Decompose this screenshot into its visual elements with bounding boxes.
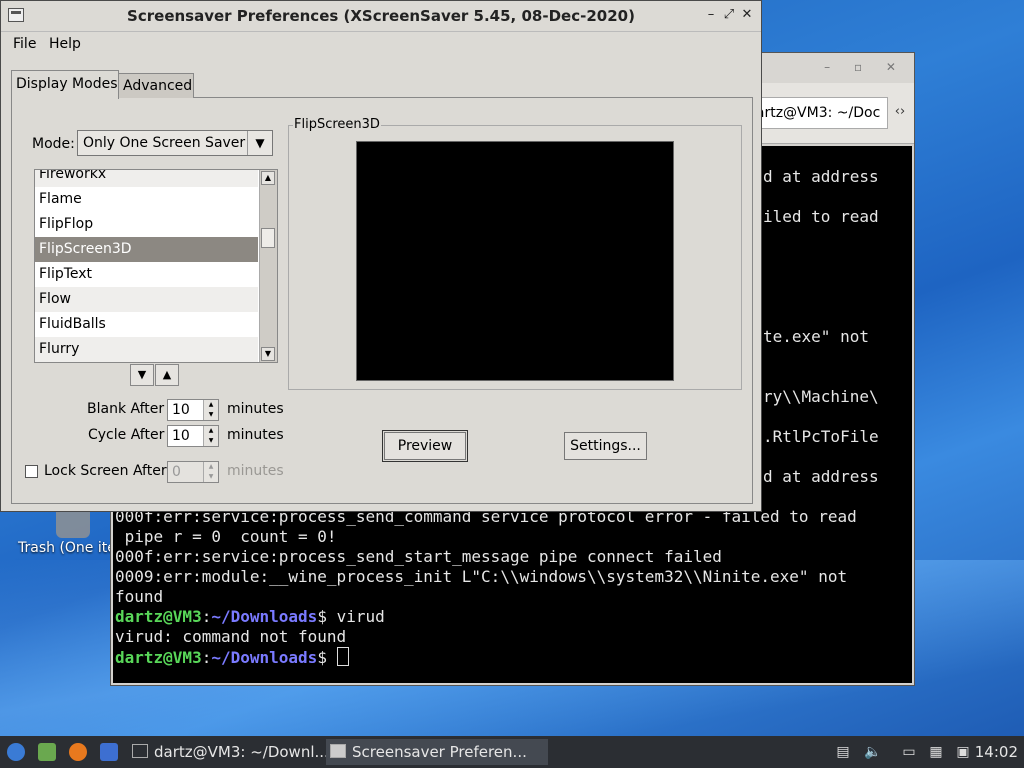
cycle-after-label: Cycle After bbox=[88, 427, 165, 443]
terminal-line: te.exe" not bbox=[763, 327, 869, 346]
list-item-selected[interactable]: FlipScreen3D bbox=[35, 237, 258, 262]
xss-titlebar[interactable]: Screensaver Preferences (XScreenSaver 5.… bbox=[1, 1, 761, 32]
spinner-arrows-icon: ▲ ▼ bbox=[203, 462, 218, 482]
menu-help[interactable]: Help bbox=[49, 36, 81, 52]
prompt-user: dartz@VM3 bbox=[115, 648, 202, 667]
terminal-line: 000f:err:service:process_send_start_mess… bbox=[115, 547, 722, 566]
menubar: File Help bbox=[1, 32, 761, 57]
taskbar-item-terminal[interactable]: dartz@VM3: ~/Downl... bbox=[128, 739, 344, 765]
prev-saver-button[interactable]: ▲ bbox=[155, 364, 179, 386]
blank-after-spinner[interactable]: 10 ▲ ▼ bbox=[167, 399, 219, 421]
screensaver-preview bbox=[356, 141, 674, 381]
mode-select-value: Only One Screen Saver bbox=[83, 135, 246, 151]
terminal-line: d at address bbox=[763, 467, 879, 486]
xss-title: Screensaver Preferences (XScreenSaver 5.… bbox=[127, 7, 635, 25]
network-icon[interactable]: ▦ bbox=[928, 744, 944, 760]
mode-select[interactable]: Only One Screen Saver ▼ bbox=[77, 130, 273, 156]
taskbar-item-label: dartz@VM3: ~/Downl... bbox=[154, 743, 329, 761]
prompt-sep: : bbox=[201, 607, 212, 626]
scroll-up-icon[interactable]: ▲ bbox=[261, 171, 275, 185]
prompt-end: $ bbox=[317, 607, 337, 626]
lock-screen-checkbox[interactable] bbox=[25, 465, 38, 478]
terminal-line: virud: command not found bbox=[115, 627, 347, 646]
list-item[interactable]: FlipFlop bbox=[35, 212, 258, 237]
terminal-line: 0009:err:module:__wine_process_init L"C:… bbox=[115, 567, 848, 586]
terminal-line: d at address bbox=[763, 167, 879, 186]
scroll-down-icon[interactable]: ▼ bbox=[261, 347, 275, 361]
prompt-sep: : bbox=[201, 648, 212, 667]
blank-after-label: Blank After bbox=[87, 401, 165, 417]
tab-scroll-arrows-icon[interactable]: ‹› bbox=[888, 97, 912, 127]
clock[interactable]: 14:02 bbox=[975, 743, 1018, 761]
list-item[interactable]: FlipText bbox=[35, 262, 258, 287]
terminal-line: iled to read bbox=[763, 207, 879, 226]
list-item[interactable]: Flurry bbox=[35, 337, 258, 362]
lock-screen-label[interactable]: Lock Screen After bbox=[44, 463, 167, 479]
volume-icon[interactable]: 🔈 bbox=[864, 744, 881, 760]
taskbar-item-label: Screensaver Preferen... bbox=[352, 743, 527, 761]
scroll-thumb[interactable] bbox=[261, 228, 275, 248]
list-scrollbar[interactable]: ▲ ▼ bbox=[259, 170, 277, 362]
next-saver-button[interactable]: ▼ bbox=[130, 364, 154, 386]
chevron-down-icon[interactable]: ▼ bbox=[247, 131, 272, 155]
terminal-cursor bbox=[336, 647, 349, 666]
minimize-icon[interactable]: – bbox=[703, 7, 719, 22]
terminal-prompt-line: dartz@VM3:~/Downloads$ virud bbox=[115, 607, 385, 627]
file-manager-icon[interactable] bbox=[38, 743, 56, 761]
terminal-icon bbox=[132, 744, 148, 758]
maximize-icon[interactable]: ⤢ bbox=[721, 7, 737, 22]
list-item[interactable]: Flow bbox=[35, 287, 258, 312]
cycle-after-spinner[interactable]: 10 ▲ ▼ bbox=[167, 425, 219, 447]
terminal-line: pipe r = 0 count = 0! bbox=[115, 527, 337, 546]
menu-file[interactable]: File bbox=[13, 36, 36, 52]
terminal-command: virud bbox=[336, 607, 385, 626]
tab-display-modes[interactable]: Display Modes bbox=[11, 70, 119, 99]
spinner-arrows-icon[interactable]: ▲ ▼ bbox=[203, 400, 218, 420]
tab-advanced[interactable]: Advanced bbox=[118, 73, 194, 98]
tray-notification-icon[interactable]: ▤ bbox=[835, 744, 851, 760]
screensaver-list[interactable]: Fireworkx Flame FlipFlop FlipScreen3D Fl… bbox=[34, 169, 278, 363]
prompt-path: ~/Downloads bbox=[211, 607, 318, 626]
terminal-window-buttons[interactable]: – ▫ ✕ bbox=[824, 60, 906, 74]
list-item[interactable]: FluidBalls bbox=[35, 312, 258, 337]
updates-icon[interactable]: ▣ bbox=[955, 744, 971, 760]
xscreensaver-window[interactable]: Screensaver Preferences (XScreenSaver 5.… bbox=[0, 0, 762, 512]
minutes-label: minutes bbox=[227, 401, 284, 417]
terminal-line: .RtlPcToFile bbox=[763, 427, 879, 446]
window-icon bbox=[330, 744, 346, 758]
settings-button[interactable]: Settings... bbox=[564, 432, 647, 460]
prompt-path: ~/Downloads bbox=[211, 648, 318, 667]
trash-icon bbox=[56, 508, 90, 538]
terminal-line: found bbox=[115, 587, 164, 606]
lock-after-value: 0 bbox=[172, 464, 181, 480]
cycle-after-value: 10 bbox=[172, 428, 190, 444]
blank-after-value: 10 bbox=[172, 402, 190, 418]
prompt-end: $ bbox=[317, 648, 337, 667]
firefox-icon[interactable] bbox=[69, 743, 87, 761]
close-icon[interactable]: ✕ bbox=[739, 7, 755, 22]
preview-frame-label: FlipScreen3D bbox=[293, 117, 381, 132]
preview-button[interactable]: Preview bbox=[382, 430, 468, 462]
terminal-prompt-line[interactable]: dartz@VM3:~/Downloads$ bbox=[115, 647, 349, 668]
list-item[interactable]: Fireworkx bbox=[35, 170, 258, 187]
clipboard-icon[interactable]: ▭ bbox=[901, 744, 917, 760]
lock-after-spinner: 0 ▲ ▼ bbox=[167, 461, 219, 483]
prompt-user: dartz@VM3 bbox=[115, 607, 202, 626]
list-item[interactable]: Flame bbox=[35, 187, 258, 212]
app-menu-icon[interactable] bbox=[7, 743, 25, 761]
mode-label: Mode: bbox=[32, 136, 75, 152]
minutes-label: minutes bbox=[227, 427, 284, 443]
show-desktop-icon[interactable] bbox=[100, 743, 118, 761]
taskbar-item-xscreensaver[interactable]: Screensaver Preferen... bbox=[326, 739, 548, 765]
terminal-line: ry\\Machine\ bbox=[763, 387, 879, 406]
minutes-label: minutes bbox=[227, 463, 284, 479]
spinner-arrows-icon[interactable]: ▲ ▼ bbox=[203, 426, 218, 446]
taskbar: dartz@VM3: ~/Downl... Screensaver Prefer… bbox=[0, 736, 1024, 768]
